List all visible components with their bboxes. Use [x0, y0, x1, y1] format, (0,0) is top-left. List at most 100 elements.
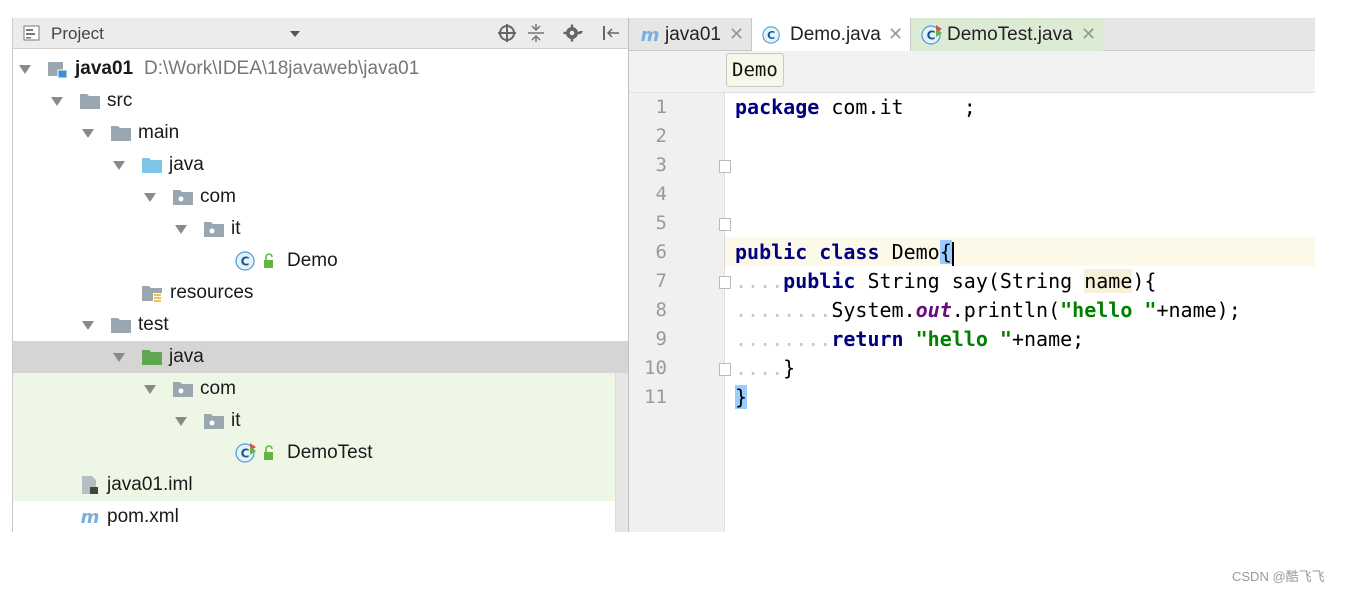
tree-label: com — [200, 378, 236, 399]
expand-arrow-icon[interactable] — [144, 193, 156, 202]
line-number: 1 — [655, 96, 667, 118]
close-icon[interactable]: ✕ — [729, 24, 744, 45]
project-title[interactable]: Project — [51, 24, 104, 44]
locate-icon[interactable] — [497, 23, 517, 43]
maven-m-icon: m — [641, 25, 660, 45]
tree-label: DemoTest — [287, 442, 373, 463]
tree-item-test-com[interactable]: com — [13, 373, 613, 405]
code-line-8: ........System.out.println("hello "+name… — [735, 298, 1241, 322]
maven-m-icon: m — [81, 507, 100, 527]
tree-label: java01.iml — [107, 474, 193, 495]
class-c-icon: C — [762, 26, 780, 44]
module-path: D:\Work\IDEA\18javaweb\java01 — [144, 58, 420, 79]
test-source-folder-icon — [142, 350, 162, 365]
editor-panel: m java01 ✕ C Demo.java ✕ C DemoTest.java… — [628, 18, 1315, 532]
tree-item-main-java[interactable]: java — [13, 149, 613, 181]
tree-label: it — [231, 218, 241, 239]
tree-label: com — [200, 186, 236, 207]
line-number: 9 — [655, 328, 667, 350]
tree-label: pom.xml — [107, 506, 179, 527]
svg-text:C: C — [927, 29, 936, 43]
package-icon — [204, 222, 224, 237]
tree-label: Demo — [287, 250, 338, 271]
collapse-all-icon[interactable] — [526, 23, 546, 43]
lock-icon — [264, 445, 273, 460]
line-number: 8 — [655, 299, 667, 321]
expand-arrow-icon[interactable] — [175, 417, 187, 426]
expand-arrow-icon[interactable] — [175, 225, 187, 234]
line-number: 10 — [644, 357, 667, 379]
text-cursor — [951, 241, 954, 266]
tree-item-demo[interactable]: C Demo — [13, 245, 613, 277]
svg-text:C: C — [241, 255, 250, 269]
tab-demotest-java[interactable]: C DemoTest.java ✕ — [911, 18, 1103, 51]
tree-item-pom[interactable]: m pom.xml — [13, 501, 613, 532]
tree-label: java — [169, 154, 204, 175]
tab-label: java01 — [665, 24, 721, 45]
fold-marker-icon[interactable] — [719, 160, 731, 173]
folder-icon — [111, 126, 131, 141]
tree-item-java01[interactable]: java01 D:\Work\IDEA\18javaweb\java01 — [13, 53, 613, 85]
fold-marker-icon[interactable] — [719, 218, 731, 231]
gear-icon[interactable] — [563, 23, 583, 43]
expand-arrow-icon[interactable] — [144, 385, 156, 394]
tree-item-main[interactable]: main — [13, 117, 613, 149]
tab-java01[interactable]: m java01 ✕ — [629, 18, 751, 51]
tab-demo-java[interactable]: C Demo.java ✕ — [751, 18, 911, 51]
caret-line-highlight — [629, 237, 1315, 266]
code-line-9: ........return "hello "+name; — [735, 327, 1085, 351]
test-class-icon: C — [921, 25, 942, 45]
package-icon — [204, 414, 224, 429]
tree-item-test-it[interactable]: it — [13, 405, 613, 437]
line-number: 5 — [655, 212, 667, 234]
tree-item-main-com[interactable]: com — [13, 181, 613, 213]
fold-marker-icon[interactable] — [719, 363, 731, 376]
close-icon[interactable]: ✕ — [888, 24, 903, 45]
expand-arrow-icon[interactable] — [82, 321, 94, 330]
tab-label: DemoTest.java — [947, 24, 1073, 45]
close-icon[interactable]: ✕ — [1081, 24, 1096, 45]
tree-item-demotest[interactable]: C DemoTest — [13, 437, 613, 469]
tree-item-iml[interactable]: java01.iml — [13, 469, 613, 501]
tree-item-resources[interactable]: resources — [13, 277, 613, 309]
watermark: CSDN @酷飞飞 — [1232, 569, 1325, 584]
module-icon — [48, 62, 68, 79]
svg-text:m: m — [641, 25, 660, 45]
folder-icon — [111, 318, 131, 333]
code-line-1: package com.it ; — [735, 95, 976, 119]
expand-arrow-icon[interactable] — [19, 65, 31, 74]
tree-label: java01 — [75, 58, 134, 79]
test-class-icon: C — [235, 443, 256, 463]
expand-arrow-icon[interactable] — [51, 97, 63, 106]
expand-arrow-icon[interactable] — [113, 353, 125, 362]
expand-arrow-icon[interactable] — [113, 161, 125, 170]
fold-marker-icon[interactable] — [719, 276, 731, 289]
tree-scrollbar[interactable] — [615, 373, 628, 532]
tree-item-main-it[interactable]: it — [13, 213, 613, 245]
code-line-11: } — [735, 385, 748, 409]
chevron-down-icon[interactable] — [290, 31, 300, 37]
expand-arrow-icon[interactable] — [82, 129, 94, 138]
code-editor[interactable]: 1 2 3 4 5 6 7 8 9 10 11 package com.it ;… — [629, 93, 1315, 532]
line-number: 11 — [644, 386, 667, 408]
svg-text:C: C — [767, 29, 775, 42]
tree-label: resources — [170, 282, 254, 303]
line-number: 4 — [655, 183, 667, 205]
tree-label: it — [231, 410, 241, 431]
line-gutter: 1 2 3 4 5 6 7 8 9 10 11 — [629, 93, 725, 532]
folder-icon — [80, 94, 100, 109]
line-number: 3 — [655, 154, 667, 176]
tree-item-test[interactable]: test — [13, 309, 613, 341]
class-c-icon: C — [235, 251, 255, 271]
svg-text:C: C — [241, 447, 250, 461]
hide-panel-icon[interactable] — [601, 23, 621, 43]
lock-icon — [264, 253, 273, 268]
line-number: 7 — [655, 270, 667, 292]
tree-label: src — [107, 90, 133, 111]
project-panel: Project java01 D:\Work\IDEA\18javaweb\ja… — [12, 18, 628, 532]
tree-item-test-java[interactable]: java — [13, 341, 613, 373]
package-icon — [173, 382, 193, 397]
tree-item-src[interactable]: src — [13, 85, 613, 117]
code-line-6: public class Demo{ — [735, 240, 954, 266]
breadcrumb[interactable]: Demo — [726, 53, 784, 87]
